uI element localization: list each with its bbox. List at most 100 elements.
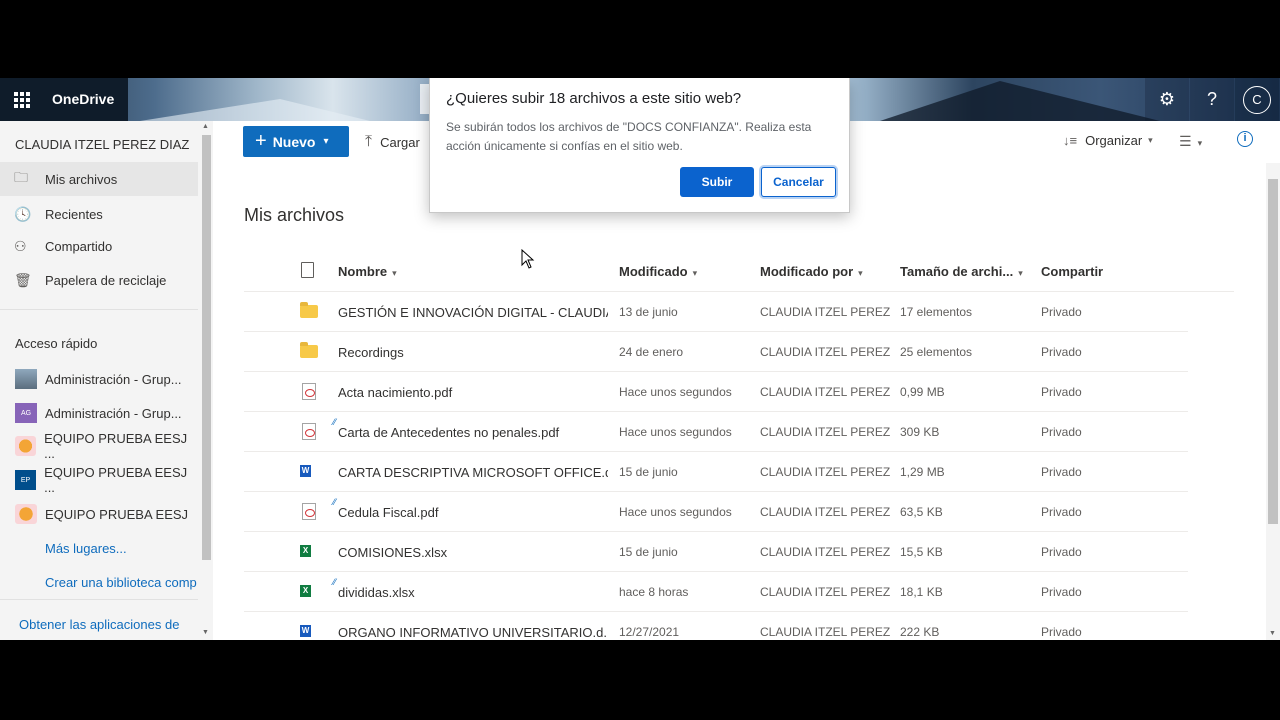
excel-file-icon <box>300 543 319 561</box>
file-name[interactable]: Recordings <box>338 345 608 360</box>
file-list-area: Mis archivos Nombre ▾ Modificado ▾ Modific… <box>213 163 1266 640</box>
file-type-icon[interactable] <box>301 262 314 278</box>
app-launcher-button[interactable] <box>0 78 44 121</box>
modified-date: Hace unos segundos <box>619 425 732 439</box>
file-name[interactable]: Cedula Fiscal.pdf <box>338 505 608 520</box>
help-button[interactable]: ? <box>1190 78 1234 121</box>
cancel-button[interactable]: Cancelar <box>761 167 836 197</box>
column-header-size[interactable]: Tamaño de archi... ▾ <box>900 264 1023 279</box>
table-row[interactable]: GESTIÓN E INNOVACIÓN DIGITAL - CLAUDIA 1… <box>244 292 1188 332</box>
modified-by: CLAUDIA ITZEL PEREZ DIA <box>760 505 894 519</box>
file-size: 15,5 KB <box>900 545 943 559</box>
app-name[interactable]: OneDrive <box>44 78 128 121</box>
scroll-up-icon[interactable]: ▲ <box>202 123 209 130</box>
column-header-label: Nombre <box>338 264 388 279</box>
divider <box>0 309 198 310</box>
modified-date: 15 de junio <box>619 465 678 479</box>
question-icon: ? <box>1206 89 1217 109</box>
column-header-sharing[interactable]: Compartir <box>1041 264 1103 279</box>
mouse-cursor-icon <box>521 249 535 269</box>
chevron-down-icon: ▾ <box>323 136 329 147</box>
file-name[interactable]: ORGANO INFORMATIVO UNIVERSITARIO.d... <box>338 625 608 640</box>
scroll-down-icon[interactable]: ▼ <box>202 629 209 636</box>
pdf-file-icon <box>302 383 316 400</box>
file-size: 18,1 KB <box>900 585 943 599</box>
people-icon: ⚇ <box>14 237 27 254</box>
column-header-modified[interactable]: Modificado ▾ <box>619 264 697 279</box>
table-row[interactable]: CARTA DESCRIPTIVA MICROSOFT OFFICE.d... … <box>244 452 1188 492</box>
upload-icon: ⤒ <box>365 133 373 150</box>
page-title: Mis archivos <box>244 205 345 225</box>
table-row[interactable]: ORGANO INFORMATIVO UNIVERSITARIO.d... 12… <box>244 612 1188 640</box>
modified-date: 13 de junio <box>619 305 678 319</box>
folder-icon <box>300 302 318 318</box>
scroll-down-icon[interactable]: ▼ <box>1269 630 1276 637</box>
confirm-upload-button[interactable]: Subir <box>680 167 754 197</box>
modified-by: CLAUDIA ITZEL PEREZ DIA <box>760 465 894 479</box>
get-apps-link[interactable]: Obtener las aplicaciones de <box>19 617 179 632</box>
new-button-label: Nuevo <box>272 133 316 150</box>
avatar: C <box>1243 85 1271 114</box>
main-scrollbar[interactable]: ▼ <box>1266 163 1280 640</box>
more-places-link[interactable]: Más lugares... <box>45 541 127 556</box>
quick-access-item[interactable]: AG Administración - Grup... <box>15 401 195 425</box>
scrollbar-thumb[interactable] <box>1268 179 1278 524</box>
clock-icon: 🕓 <box>14 205 32 222</box>
file-name[interactable]: Acta nacimiento.pdf <box>338 385 608 400</box>
file-size: 0,99 MB <box>900 385 945 399</box>
word-file-icon <box>300 463 319 481</box>
create-library-link[interactable]: Crear una biblioteca comp <box>45 575 197 590</box>
info-button[interactable]: i <box>1237 131 1253 147</box>
team-logo-icon <box>15 504 37 524</box>
file-name[interactable]: GESTIÓN E INNOVACIÓN DIGITAL - CLAUDIA <box>338 305 608 320</box>
recycle-bin-icon: 🗑 <box>14 271 32 288</box>
file-name[interactable]: COMISIONES.xlsx <box>338 545 608 560</box>
team-logo-icon <box>15 436 37 456</box>
quick-access-item[interactable]: EQUIPO PRUEBA EESJ <box>15 502 195 526</box>
modified-by: CLAUDIA ITZEL PEREZ DIA <box>760 305 894 319</box>
table-row[interactable]: Recordings 24 de enero CLAUDIA ITZEL PER… <box>244 332 1188 372</box>
column-header-label: Modificado <box>619 264 688 279</box>
column-header-name[interactable]: Nombre ▾ <box>338 264 397 279</box>
folder-icon: 🗀 <box>14 169 28 185</box>
upload-button-label: Cargar <box>380 134 420 150</box>
file-size: 63,5 KB <box>900 505 943 519</box>
file-size: 222 KB <box>900 625 940 639</box>
upload-button[interactable]: ⤒ Cargar <box>365 133 420 151</box>
sidebar-item-recent[interactable]: 🕓 Recientes <box>0 197 198 231</box>
file-name[interactable]: Carta de Antecedentes no penales.pdf <box>338 425 608 440</box>
sidebar-item-recycle-bin[interactable]: 🗑 Papelera de reciclaje <box>0 263 198 297</box>
file-size: 25 elementos <box>900 345 973 359</box>
dialog-title: ¿Quieres subir 18 archivos a este sitio … <box>446 90 742 107</box>
sort-button[interactable]: ↓≡ Organizar ▾ <box>1063 133 1153 148</box>
site-badge-icon: AG <box>15 403 37 423</box>
scrollbar-thumb[interactable] <box>202 135 211 560</box>
banner-mountain <box>140 99 370 121</box>
quick-access-label: Administración - Grup... <box>45 371 182 387</box>
modified-by: CLAUDIA ITZEL PEREZ DIA <box>760 585 894 599</box>
account-button[interactable]: C <box>1235 78 1279 121</box>
table-row[interactable]: COMISIONES.xlsx 15 de junio CLAUDIA ITZE… <box>244 532 1188 572</box>
table-row[interactable]: ⁄⁄ divididas.xlsx hace 8 horas CLAUDIA I… <box>244 572 1188 612</box>
table-row[interactable]: Acta nacimiento.pdf Hace unos segundos C… <box>244 372 1188 412</box>
quick-access-item[interactable]: Administración - Grup... <box>15 367 195 391</box>
table-row[interactable]: ⁄⁄ Carta de Antecedentes no penales.pdf … <box>244 412 1188 452</box>
table-row[interactable]: ⁄⁄ Cedula Fiscal.pdf Hace unos segundos … <box>244 492 1188 532</box>
plus-icon: + <box>255 130 267 152</box>
new-button[interactable]: + Nuevo ▾ <box>243 126 349 157</box>
onedrive-window: OneDrive ⚙ ? C CLAUDIA ITZEL PEREZ DIAZ … <box>0 78 1280 640</box>
settings-button[interactable]: ⚙ <box>1145 78 1189 121</box>
quick-access-item[interactable]: EP EQUIPO PRUEBA EESJ ... <box>15 465 195 495</box>
quick-access-item[interactable]: EQUIPO PRUEBA EESJ ... <box>15 431 195 461</box>
sidebar-item-shared[interactable]: ⚇ Compartido <box>0 229 198 263</box>
sidebar-scrollbar[interactable]: ▲ ▼ <box>200 121 213 640</box>
gear-icon: ⚙ <box>1158 89 1176 109</box>
column-header-modified-by[interactable]: Modificado por ▾ <box>760 264 863 279</box>
pdf-file-icon <box>302 503 316 520</box>
file-name[interactable]: CARTA DESCRIPTIVA MICROSOFT OFFICE.d... <box>338 465 608 480</box>
sort-button-label: Organizar <box>1085 133 1143 148</box>
view-options-button[interactable]: ☰ ▾ <box>1179 133 1202 150</box>
sidebar-item-label: Mis archivos <box>45 171 118 187</box>
file-name[interactable]: divididas.xlsx <box>338 585 608 600</box>
sidebar-item-my-files[interactable]: 🗀 Mis archivos <box>0 162 198 196</box>
